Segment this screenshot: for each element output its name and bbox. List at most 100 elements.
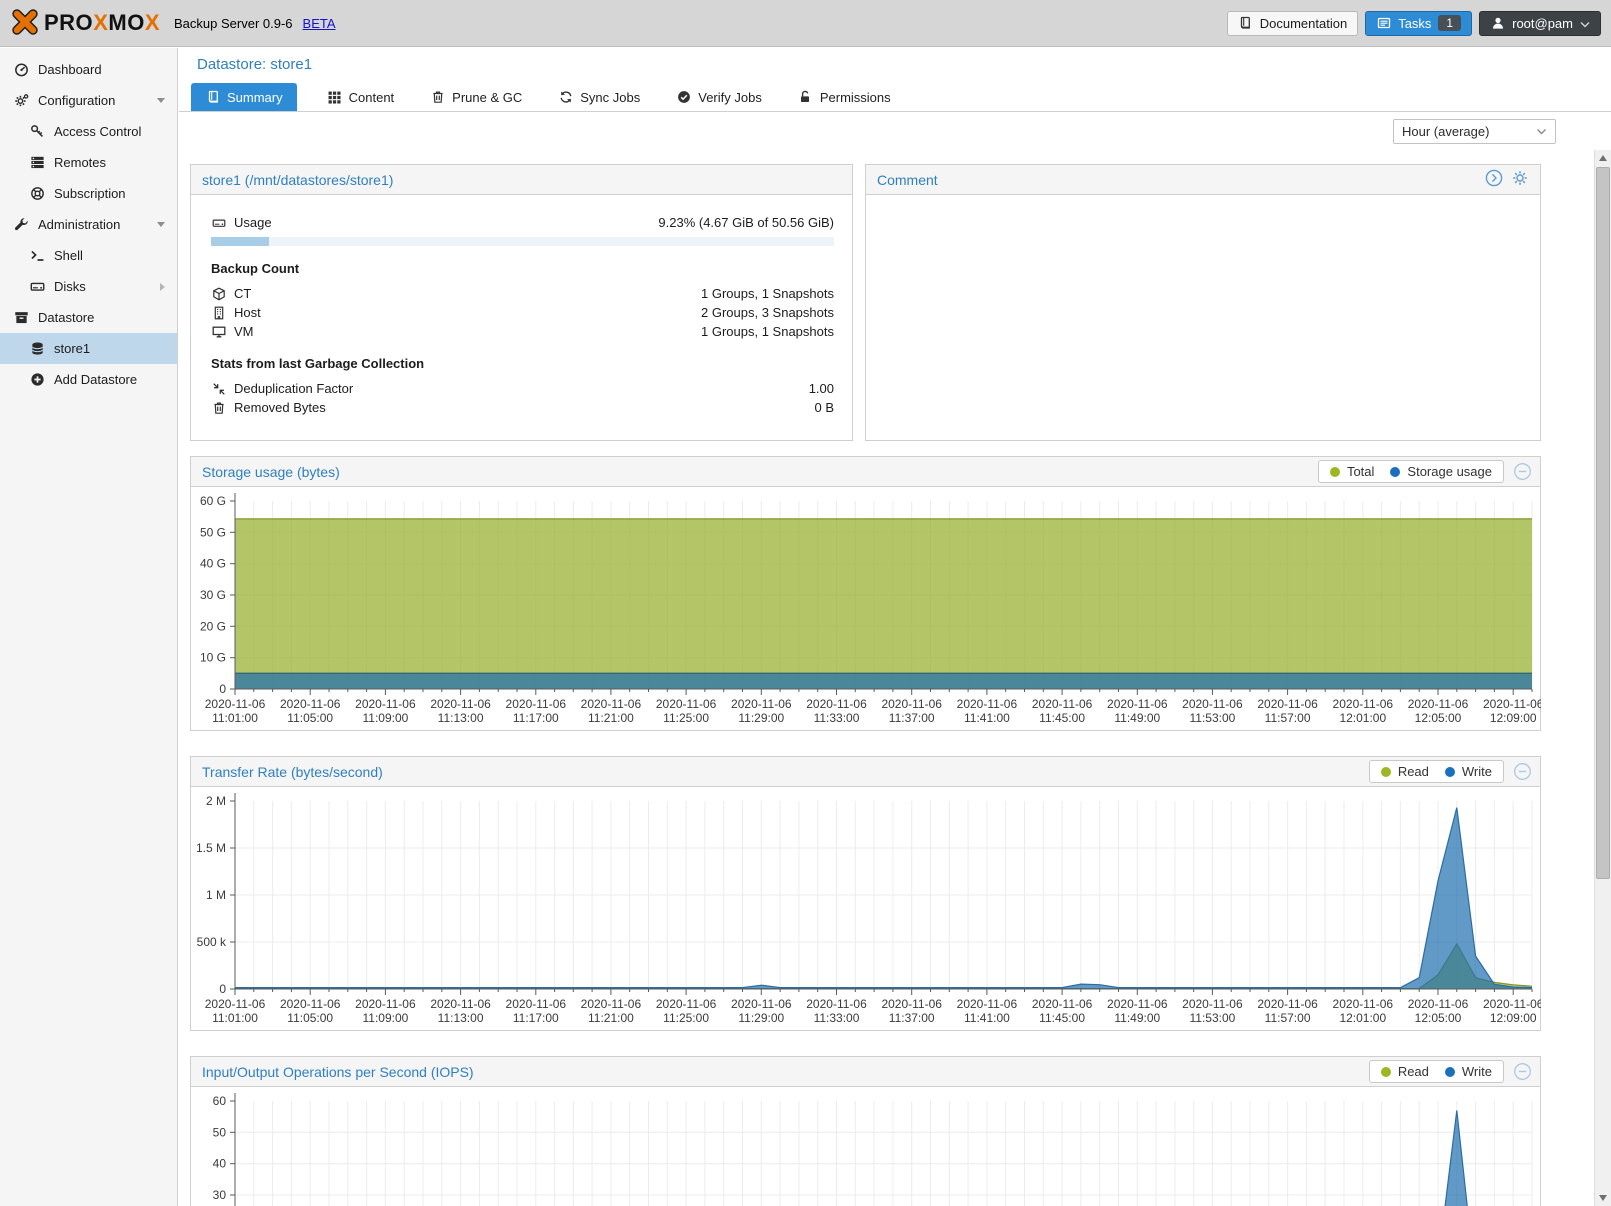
chevron-down-icon[interactable] [157,98,165,103]
svg-text:2020-11-06: 2020-11-06 [1107,997,1168,1011]
chevron-down-icon [1580,16,1590,31]
backup-count-row-host: Host 2 Groups, 3 Snapshots [211,303,834,322]
svg-text:2020-11-06: 2020-11-06 [430,697,491,711]
svg-text:11:41:00: 11:41:00 [964,1011,1010,1025]
sidebar-item-disks[interactable]: Disks [0,271,177,302]
svg-text:2020-11-06: 2020-11-06 [581,697,642,711]
chevron-right-icon[interactable] [160,283,165,291]
book-icon [205,90,220,105]
comment-panel-title: Comment [877,172,938,188]
sidebar-item-access-control[interactable]: Access Control [0,116,177,147]
svg-text:40 G: 40 G [200,557,226,571]
svg-text:12:01:00: 12:01:00 [1339,1011,1386,1025]
transfer-rate-chart-panel: Transfer Rate (bytes/second) ReadWrite 0… [190,756,1541,1031]
svg-text:2020-11-06: 2020-11-06 [1032,997,1093,1011]
comment-panel-body[interactable] [866,195,1540,441]
svg-text:11:13:00: 11:13:00 [438,711,484,725]
sidebar-item-configuration[interactable]: Configuration [0,85,177,116]
svg-text:11:37:00: 11:37:00 [889,711,935,725]
sync-icon [558,90,573,105]
tab-prune-gc[interactable]: Prune & GC [424,83,528,111]
gears-icon [14,93,29,108]
svg-text:12:09:00: 12:09:00 [1490,1011,1537,1025]
sidebar-item-subscription[interactable]: Subscription [0,178,177,209]
main-area: Datastore: store1 Summary Content Prune … [179,48,1611,1206]
scroll-up-arrow-icon[interactable] [1599,155,1607,161]
sidebar-item-administration[interactable]: Administration [0,209,177,240]
gear-icon[interactable] [1511,169,1529,190]
proxmox-logo: PROXMOX Backup Server 0.9-6 BETA [10,7,336,40]
svg-text:10 G: 10 G [200,651,226,665]
svg-text:2020-11-06: 2020-11-06 [280,997,341,1011]
legend-storage-usage[interactable]: Storage usage [1390,464,1492,479]
sidebar-item-dashboard[interactable]: Dashboard [0,54,177,85]
svg-text:2020-11-06: 2020-11-06 [355,697,416,711]
legend-write[interactable]: Write [1445,764,1492,779]
gc-stats-heading: Stats from last Garbage Collection [211,356,834,371]
tab-summary[interactable]: Summary [191,83,297,111]
beta-link[interactable]: BETA [303,16,336,31]
scroll-down-arrow-icon[interactable] [1599,1195,1607,1201]
svg-text:12:05:00: 12:05:00 [1415,1011,1462,1025]
key-icon [30,124,45,139]
wrench-icon [14,217,29,232]
svg-text:2020-11-06: 2020-11-06 [1257,997,1318,1011]
proxmox-backup-server-app: PROXMOX Backup Server 0.9-6 BETA Documen… [0,0,1611,1206]
comment-panel: Comment [865,164,1541,441]
svg-text:11:57:00: 11:57:00 [1265,711,1311,725]
tab-content[interactable]: Content [321,83,401,111]
svg-text:11:21:00: 11:21:00 [588,711,634,725]
svg-text:11:09:00: 11:09:00 [362,1011,408,1025]
collapse-chart-icon[interactable] [1513,462,1532,481]
svg-text:2020-11-06: 2020-11-06 [731,697,792,711]
tab-permissions[interactable]: Permissions [792,83,897,111]
brand-wordmark: PROXMOX [44,10,160,36]
backup-count-row-ct: CT 1 Groups, 1 Snapshots [211,284,834,303]
arrow-circle-right-icon[interactable] [1485,169,1503,190]
legend-read[interactable]: Read [1381,1064,1429,1079]
vertical-scrollbar[interactable] [1594,150,1611,1206]
svg-text:11:17:00: 11:17:00 [513,711,559,725]
legend-write[interactable]: Write [1445,1064,1492,1079]
summary-content: store1 (/mnt/datastores/store1) Usage 9.… [179,150,1611,1206]
svg-text:2020-11-06: 2020-11-06 [957,997,1018,1011]
time-range-select[interactable]: Hour (average) [1393,119,1556,144]
storage-usage-chart: 010 G20 G30 G40 G50 G60 G2020-11-0611:01… [191,487,1540,732]
chart-legend: Total Storage usage [1318,460,1504,483]
svg-text:2020-11-06: 2020-11-06 [1408,997,1469,1011]
chevron-down-icon [1536,124,1547,139]
subscription-icon [30,186,45,201]
documentation-button[interactable]: Documentation [1227,11,1358,36]
tab-sync-jobs[interactable]: Sync Jobs [552,83,646,111]
scrollbar-thumb[interactable] [1596,167,1610,879]
gc-row-dedup: Deduplication Factor 1.00 [211,379,834,398]
collapse-chart-icon[interactable] [1513,762,1532,781]
svg-text:11:45:00: 11:45:00 [1039,711,1085,725]
legend-read[interactable]: Read [1381,764,1429,779]
svg-text:2020-11-06: 2020-11-06 [205,997,266,1011]
svg-text:2020-11-06: 2020-11-06 [731,997,792,1011]
usage-value: 9.23% (4.67 GiB of 50.56 GiB) [658,215,834,230]
tab-verify-jobs[interactable]: Verify Jobs [670,83,768,111]
tab-bar: Summary Content Prune & GC Sync Jobs Ver… [179,79,1611,112]
svg-text:2020-11-06: 2020-11-06 [1333,697,1394,711]
svg-text:30 G: 30 G [200,588,226,602]
svg-text:11:53:00: 11:53:00 [1189,1011,1235,1025]
sidebar-item-shell[interactable]: Shell [0,240,177,271]
sidebar-item-remotes[interactable]: Remotes [0,147,177,178]
svg-text:11:57:00: 11:57:00 [1265,1011,1311,1025]
sidebar-item-datastore[interactable]: Datastore [0,302,177,333]
sidebar-item-add-datastore[interactable]: Add Datastore [0,364,177,395]
svg-text:2020-11-06: 2020-11-06 [881,997,942,1011]
collapse-chart-icon[interactable] [1513,1062,1532,1081]
svg-text:40: 40 [213,1157,227,1171]
storage-usage-chart-panel: Storage usage (bytes) TotalStorage usage… [190,456,1541,731]
legend-total[interactable]: Total [1330,464,1374,479]
sidebar-item-store1[interactable]: store1 [0,333,177,364]
user-menu-button[interactable]: root@pam [1479,11,1601,36]
tasks-button[interactable]: Tasks 1 [1365,11,1472,36]
proxmox-x-logo-icon [10,7,40,40]
svg-text:11:17:00: 11:17:00 [513,1011,559,1025]
chevron-down-icon[interactable] [157,222,165,227]
backup-count-row-vm: VM 1 Groups, 1 Snapshots [211,322,834,341]
